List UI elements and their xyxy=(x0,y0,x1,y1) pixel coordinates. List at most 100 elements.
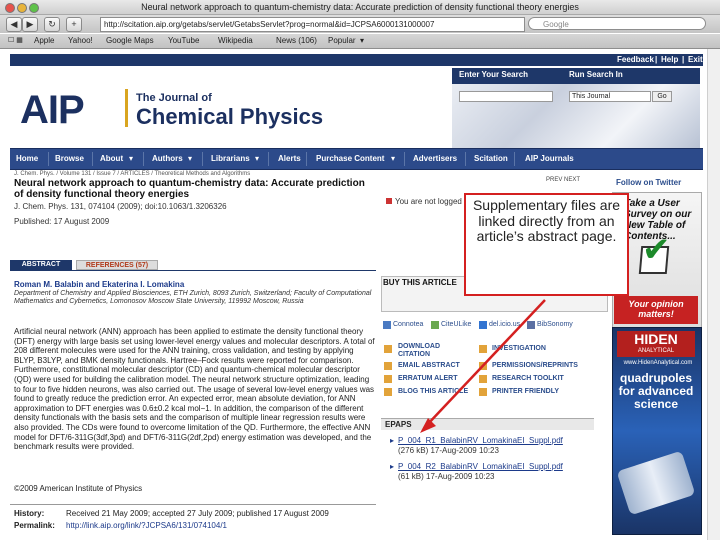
chevron-down-icon[interactable]: ▾ xyxy=(188,149,192,169)
browser-toolbar: ◀ ▶ ↻ + http://scitation.aip.org/getabs/… xyxy=(0,15,720,33)
permalink-link[interactable]: http://link.aip.org/link/?JCPSA6/131/074… xyxy=(66,521,227,530)
nav-authors[interactable]: Authors xyxy=(152,149,183,169)
article-title: Neural network approach to quantum-chemi… xyxy=(14,178,365,200)
bookmark-item[interactable]: News (106) xyxy=(276,34,317,48)
social-bookmark-row: Connotea CiteULike del.icio.us BibSonomy xyxy=(383,318,608,332)
exit-link[interactable]: Exit xyxy=(688,54,703,66)
twitter-follow-link[interactable]: Follow on Twitter xyxy=(616,178,681,187)
hiden-logo-sub: ANALYTICAL xyxy=(637,348,675,354)
not-logged-in-icon xyxy=(386,198,392,204)
share-delicious[interactable]: del.icio.us xyxy=(489,318,520,332)
aip-logo[interactable]: AIP xyxy=(20,90,85,130)
search-scope-select[interactable]: This Journal xyxy=(569,91,651,102)
feedback-link[interactable]: Feedback xyxy=(617,54,654,66)
delicious-icon xyxy=(479,321,487,329)
chevron-down-icon[interactable]: ▾ xyxy=(255,149,259,169)
nav-advertisers[interactable]: Advertisers xyxy=(413,149,457,169)
nav-about[interactable]: About xyxy=(100,149,123,169)
tab-abstract[interactable]: ABSTRACT xyxy=(10,260,72,270)
epaps-file-link[interactable]: P_004_R2_BalabinRV_LomakinaEI_Suppl.pdf xyxy=(398,462,606,471)
bookmark-item[interactable]: Google Maps xyxy=(106,34,154,48)
tool-investigation[interactable]: INVESTIGATION xyxy=(492,345,546,353)
bookmark-item[interactable]: Apple xyxy=(34,34,54,48)
nav-alerts[interactable]: Alerts xyxy=(278,149,301,169)
site-search-input[interactable] xyxy=(459,91,553,102)
utility-bar: Feedback | Help | Exit xyxy=(10,54,703,66)
minimize-window-icon[interactable] xyxy=(17,3,27,13)
nav-home[interactable]: Home xyxy=(16,149,38,169)
permalink-label: Permalink: xyxy=(14,521,55,530)
search-panel-header: Enter Your Search Run Search In xyxy=(452,68,700,84)
breadcrumb[interactable]: J. Chem. Phys. / Volume 131 / Issue 7 / … xyxy=(14,171,250,177)
bookmark-item[interactable]: Wikipedia xyxy=(218,34,253,48)
reload-button[interactable]: ↻ xyxy=(44,17,60,32)
investigation-icon xyxy=(479,345,487,353)
bookmarks-menu-icon[interactable]: ☐ ▦ xyxy=(8,34,23,48)
tool-printer-friendly[interactable]: PRINTER FRIENDLY xyxy=(492,388,559,396)
tool-research-toolkit[interactable]: RESEARCH TOOLKIT xyxy=(492,375,564,383)
email-icon xyxy=(384,362,392,370)
citeulike-icon xyxy=(431,321,439,329)
tool-download-citation[interactable]: DOWNLOAD CITATION xyxy=(398,343,468,359)
hiden-url: www.HidenAnalytical.com xyxy=(623,360,693,366)
history-value: Received 21 May 2009; accepted 27 July 2… xyxy=(66,509,329,518)
enter-search-label: Enter Your Search xyxy=(459,70,529,79)
epaps-file-meta: (61 kB) 17-Aug-2009 10:23 xyxy=(398,472,495,481)
connotea-icon xyxy=(383,321,391,329)
epaps-file-link[interactable]: P_004_R1_BalabinRV_LomakinaEI_Suppl.pdf xyxy=(398,436,606,445)
chevron-down-icon[interactable]: ▾ xyxy=(129,149,133,169)
tool-erratum-alert[interactable]: ERRATUM ALERT xyxy=(398,375,458,383)
share-bibsonomy[interactable]: BibSonomy xyxy=(537,318,573,332)
bookmark-item[interactable]: Popular xyxy=(328,34,356,48)
browser-search-input[interactable]: Google xyxy=(528,17,706,30)
prev-next-links[interactable]: PREV NEXT xyxy=(546,177,580,183)
nav-scitation[interactable]: Scitation xyxy=(474,149,508,169)
bibsonomy-icon xyxy=(527,321,535,329)
share-connotea[interactable]: Connotea xyxy=(393,318,423,332)
nav-browse[interactable]: Browse xyxy=(55,149,84,169)
vertical-scrollbar[interactable] xyxy=(707,49,720,540)
article-citation: J. Chem. Phys. 131, 074104 (2009); doi:1… xyxy=(14,202,227,211)
bookmark-item[interactable]: YouTube xyxy=(168,34,199,48)
article-authors[interactable]: Roman M. Balabin and Ekaterina I. Lomaki… xyxy=(14,280,184,289)
bullet-icon: ▸ xyxy=(390,462,395,471)
tool-email-abstract[interactable]: EMAIL ABSTRACT xyxy=(398,362,460,370)
nav-librarians[interactable]: Librarians xyxy=(211,149,250,169)
epaps-heading: EPAPS xyxy=(381,418,594,430)
permissions-icon xyxy=(479,362,487,370)
published-date: Published: 17 August 2009 xyxy=(14,217,110,226)
checkmark-icon: ✔ xyxy=(642,231,671,269)
add-bookmark-button[interactable]: + xyxy=(66,17,82,32)
nav-aip-journals[interactable]: AIP Journals xyxy=(525,149,574,169)
logo-divider xyxy=(125,89,128,127)
alert-icon xyxy=(384,375,392,383)
chevron-down-icon[interactable]: ▾ xyxy=(360,34,364,48)
download-citation-icon xyxy=(384,345,392,353)
zoom-window-icon[interactable] xyxy=(29,3,39,13)
share-citeulike[interactable]: CiteULike xyxy=(441,318,471,332)
tool-permissions[interactable]: PERMISSIONS/REPRINTS xyxy=(492,362,578,370)
search-go-button[interactable]: Go xyxy=(652,91,672,102)
opinion-banner[interactable]: Your opinion matters! xyxy=(614,296,698,324)
chevron-down-icon[interactable]: ▾ xyxy=(391,149,395,169)
back-button[interactable]: ◀ xyxy=(6,17,22,32)
bookmark-item[interactable]: Yahoo! xyxy=(68,34,93,48)
close-window-icon[interactable] xyxy=(5,3,15,13)
nav-purchase-content[interactable]: Purchase Content xyxy=(316,149,384,169)
help-link[interactable]: Help xyxy=(661,54,678,66)
login-status[interactable]: You are not logged in xyxy=(395,197,470,206)
tab-references[interactable]: REFERENCES (57) xyxy=(76,260,158,270)
hiden-headline: quadrupoles for advanced science xyxy=(618,371,694,411)
buy-article-heading[interactable]: BUY THIS ARTICLE xyxy=(383,278,457,287)
toolkit-icon xyxy=(479,375,487,383)
printer-icon xyxy=(479,388,487,396)
copyright-notice: ©2009 American Institute of Physics xyxy=(14,484,143,493)
bullet-icon: ▸ xyxy=(390,436,395,445)
window-title: Neural network approach to quantum-chemi… xyxy=(141,2,579,12)
journal-name-line1: The Journal of xyxy=(136,92,212,104)
run-search-label: Run Search In xyxy=(569,70,623,79)
tool-blog-article[interactable]: BLOG THIS ARTICLE xyxy=(398,388,468,396)
forward-button[interactable]: ▶ xyxy=(22,17,38,32)
main-nav: Home Browse About ▾ Authors ▾ Librarians… xyxy=(10,148,703,170)
address-bar[interactable]: http://scitation.aip.org/getabs/servlet/… xyxy=(100,17,525,32)
